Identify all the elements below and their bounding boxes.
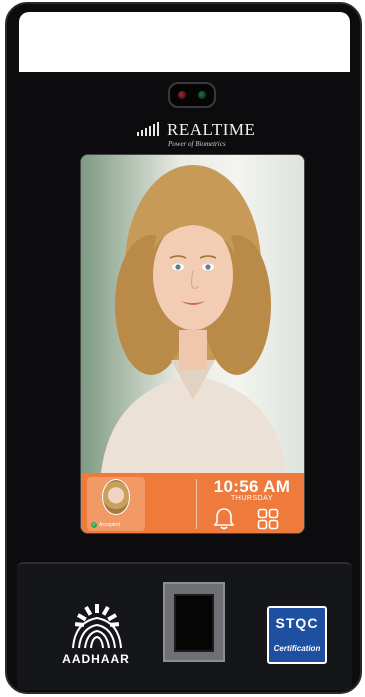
fingerprint-scanner[interactable]: [163, 582, 225, 662]
stqc-badge: STQC Certification: [267, 606, 327, 664]
camera-lens-right: [198, 91, 206, 99]
aadhaar-label: AADHAAR: [62, 652, 130, 666]
stqc-label: STQC: [275, 615, 319, 631]
brand-name: REALTIME: [167, 120, 256, 139]
fingerprint-sensor[interactable]: [174, 594, 214, 652]
biometric-device: REALTIME Power of Biometrics ✓ Accepted …: [5, 2, 362, 694]
bottom-panel: AADHAAR STQC Certification: [17, 562, 352, 690]
signal-bars-icon: [137, 122, 159, 136]
aadhaar-emblem-icon: [72, 604, 122, 649]
user-face-image: [101, 165, 287, 473]
clock-day: THURSDAY: [231, 495, 273, 502]
divider: [196, 479, 197, 529]
clock-time: 10:56 AM: [213, 477, 291, 496]
info-bar: ✓ Accepted 10:56 AM THURSDAY: [81, 473, 304, 533]
check-icon: ✓: [91, 522, 97, 528]
camera-icon: [168, 82, 216, 108]
brand-tagline: Power of Biometrics: [168, 140, 226, 148]
recognized-user-thumbnail: [102, 479, 130, 515]
bell-icon[interactable]: [213, 507, 235, 531]
camera-lens-left: [178, 91, 186, 99]
display-screen: ✓ Accepted 10:56 AM THURSDAY: [80, 154, 305, 534]
status-label: Accepted: [99, 522, 120, 528]
device-top-cap: [19, 12, 350, 72]
aadhaar-logo: AADHAAR: [51, 602, 151, 666]
brand-logo: REALTIME Power of Biometrics: [137, 118, 257, 152]
status-badge: ✓ Accepted: [91, 522, 120, 528]
menu-grid-icon[interactable]: [257, 508, 279, 530]
stqc-certification-label: Certification: [273, 644, 321, 653]
recognized-user-card: ✓ Accepted: [87, 477, 145, 531]
